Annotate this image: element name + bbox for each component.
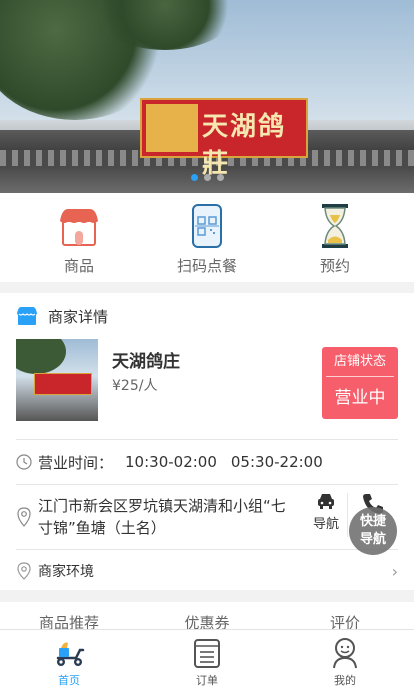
- quick-item-booking[interactable]: 预约: [285, 193, 385, 282]
- order-list-icon: [194, 639, 220, 668]
- shop-status-badge: 店铺状态 营业中: [322, 347, 398, 419]
- carousel-dot-1[interactable]: [190, 174, 198, 181]
- bottom-nav-label: 首页: [58, 674, 80, 687]
- quick-item-scan-order[interactable]: 扫码点餐: [157, 193, 257, 282]
- fab-line: 快捷: [359, 514, 386, 529]
- hours-slot: 05:30-22:00: [230, 453, 323, 471]
- qr-scan-icon: [192, 204, 222, 248]
- hourglass-icon: [322, 204, 348, 248]
- bottom-nav-home[interactable]: 首页: [0, 630, 138, 692]
- hours-label: 营业时间：: [38, 453, 114, 472]
- chevron-right-icon: ›: [391, 562, 398, 581]
- carousel-dot-2[interactable]: [203, 174, 211, 181]
- carousel-dot-3[interactable]: [216, 174, 224, 181]
- status-label: 店铺状态: [326, 347, 394, 377]
- shop-summary: 天湖鸽庄 ¥25/人 店铺状态 营业中: [16, 339, 398, 439]
- shop-name: 天湖鸽庄: [112, 352, 180, 372]
- status-value: 营业中: [334, 388, 386, 408]
- profile-icon: [333, 638, 357, 669]
- quick-item-label: 商品: [63, 257, 94, 275]
- bottom-navigation: 首页 订单 我的: [0, 629, 414, 692]
- shop-price: ¥25/人: [112, 378, 158, 394]
- quick-item-label: 预约: [319, 257, 350, 275]
- home-scooter-icon: [56, 642, 85, 666]
- navigate-button[interactable]: 导航: [309, 493, 343, 532]
- bottom-nav-orders[interactable]: 订单: [138, 630, 276, 692]
- address-row: 江门市新会区罗坑镇天湖清和小组“七寸锦”鱼塘（土名） 导航: [16, 485, 398, 549]
- quick-item-label: 扫码点餐: [176, 257, 237, 275]
- quick-item-products[interactable]: 商品: [29, 193, 129, 282]
- business-hours-row: 营业时间： 10:30-02:00 05:30-22:00: [16, 440, 398, 484]
- car-icon: [318, 494, 334, 509]
- shop-environment-row[interactable]: 商家环境 ›: [16, 550, 398, 592]
- divider: [347, 493, 348, 537]
- quick-navigation-button[interactable]: 快捷 导航: [349, 507, 397, 555]
- page: 天湖鸽莊 商品 扫码点餐 预约 商家详情 天湖鸽庄 ¥25/人 店铺状态 营业中…: [0, 0, 414, 692]
- banner-shop-sign: 天湖鸽莊: [140, 98, 308, 179]
- navigate-label: 导航: [312, 517, 339, 532]
- bottom-nav-label: 订单: [196, 674, 218, 687]
- shop-address: 江门市新会区罗坑镇天湖清和小组“七寸锦”鱼塘（土名）: [38, 497, 286, 537]
- bottom-nav-profile[interactable]: 我的: [276, 630, 414, 692]
- location-pin-icon: [17, 507, 31, 527]
- section-title: 商家详情: [48, 307, 109, 326]
- location-pin-icon: [17, 562, 31, 580]
- environment-label: 商家环境: [38, 564, 94, 580]
- bottom-nav-label: 我的: [334, 674, 356, 687]
- hours-slot: 10:30-02:00: [125, 453, 217, 471]
- carousel-dots: [0, 174, 414, 181]
- merchant-card-header: 商家详情: [16, 293, 398, 339]
- shop-thumbnail[interactable]: [16, 339, 98, 421]
- fab-line: 导航: [359, 532, 386, 547]
- banner-carousel[interactable]: 天湖鸽莊: [0, 0, 414, 193]
- store-icon: [17, 307, 37, 325]
- quick-menu: 商品 扫码点餐 预约: [0, 193, 414, 282]
- shop-icon: [60, 209, 98, 246]
- banner-sign-text: 天湖鸽莊: [202, 112, 287, 179]
- clock-icon: [16, 454, 32, 470]
